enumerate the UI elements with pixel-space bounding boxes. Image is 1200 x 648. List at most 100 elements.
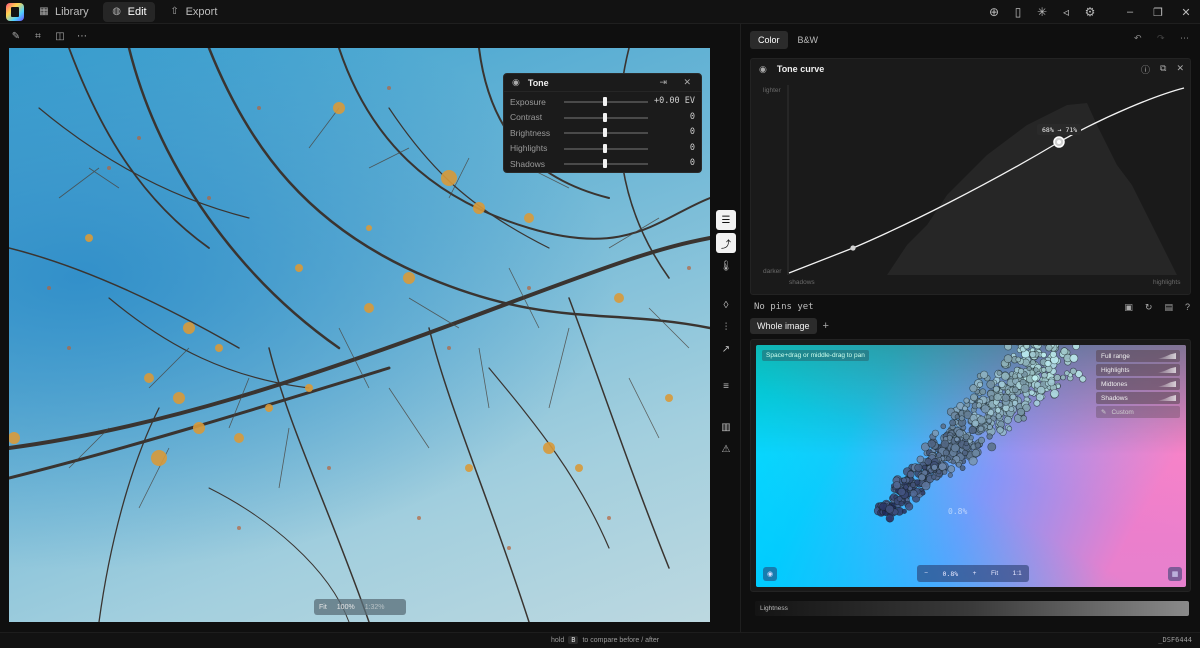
zoom-other-button[interactable]: 1:32% <box>360 604 390 611</box>
scatter-point <box>1033 399 1041 407</box>
undo-icon[interactable]: ↶ <box>1134 33 1142 44</box>
sparkle-icon[interactable]: ✳ <box>1030 0 1054 24</box>
compare-key: B <box>568 636 579 644</box>
range-midtones[interactable]: Midtones <box>1096 378 1180 390</box>
tone-curve-graph[interactable] <box>787 85 1185 275</box>
redo-icon[interactable]: ↷ <box>1157 33 1165 44</box>
exposure-handle[interactable] <box>603 97 607 106</box>
library-icon: ▦ <box>39 6 49 17</box>
range-custom[interactable]: ✎ Custom <box>1096 406 1180 418</box>
scatter-point <box>996 426 1004 434</box>
close-icon[interactable]: ✕ <box>1172 0 1200 24</box>
contrast-handle[interactable] <box>603 112 607 122</box>
scatter-point <box>1049 350 1057 358</box>
add-scope-button[interactable]: + <box>823 320 829 332</box>
scatter-zoom-out[interactable]: − <box>924 570 928 577</box>
dock-icon[interactable]: ⇥ <box>659 77 667 88</box>
hold-text: hold <box>551 636 565 644</box>
scatter-point <box>989 395 995 401</box>
popout-icon[interactable]: ⧉ <box>1160 63 1166 76</box>
scatter-point <box>954 414 960 420</box>
scatter-point <box>997 402 1004 408</box>
scatter-point <box>1069 353 1079 363</box>
warning-icon[interactable]: ⚠ <box>716 439 736 459</box>
globe-icon[interactable]: ⊕ <box>982 0 1006 24</box>
contrast-slider-row: Contrast 0 <box>504 110 701 126</box>
minimize-icon[interactable]: – <box>1116 0 1144 24</box>
range-full[interactable]: Full range <box>1096 350 1180 362</box>
center-value-label: 0.8% <box>948 507 968 516</box>
tab-bw[interactable]: B&W <box>790 31 827 49</box>
megaphone-icon[interactable]: ◃ <box>1054 0 1078 24</box>
filename: _DSF6444 <box>1158 636 1192 644</box>
range-highlights[interactable]: Highlights <box>1096 364 1180 376</box>
scatter-point <box>978 436 986 444</box>
compare-icon[interactable]: ◫ <box>52 28 68 44</box>
info-icon[interactable]: ⓘ <box>1141 63 1150 76</box>
tab-whole-image[interactable]: Whole image <box>750 318 817 334</box>
zoom-control[interactable]: Fit 100% 1:32% <box>314 599 406 615</box>
scatter-point <box>986 433 993 440</box>
curve-tool-icon[interactable]: ↗ <box>716 339 736 359</box>
grid-icon[interactable]: ▦ <box>1168 567 1182 581</box>
restore-icon[interactable]: ❐ <box>1144 0 1172 24</box>
pin-tool-icon[interactable]: ✎ <box>8 28 24 44</box>
drop-icon[interactable]: ◊ <box>716 295 736 315</box>
lightness-bar[interactable]: Lightness <box>755 601 1189 616</box>
scatter-1to1-button[interactable]: 1:1 <box>1013 570 1022 577</box>
visibility-icon[interactable]: ◉ <box>763 567 777 581</box>
panel-divider[interactable] <box>740 24 741 632</box>
highlights-handle[interactable] <box>603 143 607 153</box>
scatter-point <box>901 508 907 514</box>
thermometer-icon[interactable]: 🌡 <box>716 256 736 276</box>
zoom-fit-button[interactable]: Fit <box>314 604 332 611</box>
gear-icon[interactable]: ⚙ <box>1078 0 1102 24</box>
histogram-icon[interactable]: ▥ <box>716 417 736 437</box>
close-icon[interactable]: ✕ <box>1176 63 1184 76</box>
book-icon[interactable]: ▯ <box>1006 0 1030 24</box>
film-icon[interactable]: ▣ <box>1124 302 1133 313</box>
close-icon[interactable]: ✕ <box>683 77 691 88</box>
equalizer-icon[interactable]: ⫶ <box>716 317 736 337</box>
scatter-zoom-in[interactable]: + <box>973 570 977 577</box>
zoom-100-button[interactable]: 100% <box>332 604 360 611</box>
scatter-point <box>1023 345 1030 350</box>
contrast-value[interactable]: 0 <box>690 112 695 122</box>
scatter-point <box>986 417 993 424</box>
more-icon[interactable]: ⋯ <box>74 28 90 44</box>
shadows-value[interactable]: 0 <box>690 158 695 168</box>
sliders-icon[interactable]: ☰ <box>716 210 736 230</box>
tab-library[interactable]: ▦ Library <box>30 2 97 22</box>
brightness-value[interactable]: 0 <box>690 127 695 137</box>
exposure-value[interactable]: +0.00 EV <box>654 96 695 106</box>
scatter-point <box>1028 389 1035 396</box>
shadows-handle[interactable] <box>603 159 607 168</box>
scatter-point <box>931 464 938 471</box>
scatter-point <box>977 381 983 388</box>
histogram-toggle-icon[interactable]: ▤ <box>1164 302 1173 313</box>
highlights-value[interactable]: 0 <box>690 143 695 153</box>
scatter-point <box>1044 360 1052 368</box>
tab-color[interactable]: Color <box>750 31 788 49</box>
scatter-point <box>1016 407 1025 416</box>
crop-icon[interactable]: ⌗ <box>30 28 46 44</box>
scatter-point <box>936 469 942 475</box>
curve-chart-icon[interactable]: ⤴ <box>716 233 736 253</box>
more-icon[interactable]: ⋯ <box>1180 33 1189 44</box>
scatter-fit-button[interactable]: Fit <box>991 570 998 577</box>
range-custom-label: Custom <box>1111 408 1134 416</box>
color-scatter-plot[interactable]: Space+drag or middle-drag to pan Full ra… <box>756 345 1186 587</box>
scatter-point <box>1040 352 1047 359</box>
tab-export[interactable]: ⇧ Export <box>161 2 226 22</box>
brightness-handle[interactable] <box>603 128 607 137</box>
scatter-point <box>976 402 983 409</box>
eye-icon[interactable]: ◉ <box>512 77 520 88</box>
eye-icon[interactable]: ◉ <box>759 64 767 75</box>
help-icon[interactable]: ? <box>1185 302 1190 313</box>
tab-edit[interactable]: ◍ Edit <box>102 1 155 22</box>
scatter-point <box>918 473 926 482</box>
scatter-point <box>969 384 978 393</box>
reset-icon[interactable]: ↻ <box>1145 302 1153 313</box>
levels-icon[interactable]: ≡ <box>716 376 736 396</box>
range-shadows[interactable]: Shadows <box>1096 392 1180 404</box>
